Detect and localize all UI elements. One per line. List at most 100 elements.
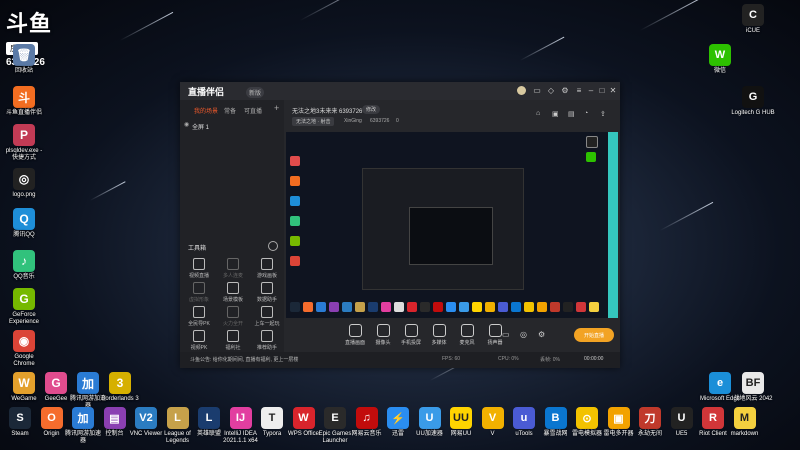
source-control[interactable]: 直播画面 [340,324,370,346]
settings-icon[interactable]: ⚙ [560,86,570,95]
desktop-icon-glyph: 加 [77,372,99,394]
toolbox-item[interactable]: 多人连麦 [216,258,250,279]
preview-desktop-icon [586,136,598,148]
app-name: 直播伴侣 [188,87,225,97]
add-scene-button[interactable]: + [274,103,279,113]
desktop-icon[interactable]: ◉ Google Chrome [4,330,44,368]
toolbox-item[interactable]: 虚拟形象 [182,282,216,303]
toolbox-item[interactable]: 场景模板 [216,282,250,303]
tab-common[interactable]: 常备 [224,106,236,115]
preview-taskbar-icon [407,302,417,312]
taskbar-app-icon-glyph: 刀 [639,407,661,429]
desktop-icon[interactable]: BF 战地风云 2042 [730,372,776,403]
desktop-icon-label: Logitech G HUB [731,110,775,116]
tool-icon [261,258,273,270]
tool-label: 上车一起玩 [254,321,280,327]
preview-taskbar-icon [446,302,456,312]
desktop-icon[interactable]: G Logitech G HUB [730,86,776,117]
start-live-button[interactable]: 开始直播 [574,328,614,342]
desktop-icon[interactable]: G GeForce Experience [4,288,44,326]
toolbox-toggle-icon[interactable] [268,241,278,251]
taskbar-app-icon-glyph: U [670,407,693,429]
toolbox-item[interactable]: 福利社 [216,330,250,351]
share-icon[interactable]: ⇪ [600,110,606,118]
menu-icon[interactable]: ≡ [574,86,584,95]
cpu-stat: CPU: 0% [498,356,519,362]
source-control[interactable]: 麦克风 [452,324,482,346]
tool-label: 视频PK [190,345,208,351]
announcement-text[interactable]: 斗鱼公告: 给你化期间间, 直播有福利, 更上一层楼 [190,356,298,363]
avatar[interactable] [516,86,526,97]
toolbox-item[interactable]: 数据助手 [250,282,284,303]
tool-label: 虚拟形象 [188,297,209,303]
desktop-icon[interactable]: ◎ logo.png [4,168,44,199]
tab-my-scenes[interactable]: 我的场景 [194,106,218,115]
background-streak [299,0,371,21]
control-label: 多媒体 [431,340,447,346]
scene-item[interactable]: 全屏 1 [192,122,209,131]
source-control[interactable]: 多媒体 [424,324,454,346]
preview-taskbar-icon [368,302,378,312]
preview-taskbar-icon [394,302,404,312]
stream-preview[interactable] [286,132,608,318]
desktop-icon-glyph: ♪ [13,250,35,272]
desktop-icon[interactable]: W 微信 [697,44,743,75]
desktop-icon[interactable]: Q 腾讯QQ [4,208,44,239]
title-bar[interactable]: 直播伴侣 新版 ▭ ◇ ⚙ ≡ – □ ✕ [180,82,620,100]
desktop-icon[interactable]: 3 Borderlands 3 [100,372,140,403]
desktop-icon[interactable]: 斗斗鱼直播伴侣 [4,86,44,117]
list-icon[interactable]: ▤ [568,110,575,118]
source-control[interactable]: 摄像头 [368,324,398,346]
minimize-icon[interactable]: – [586,86,596,95]
desktop-icon-glyph: 3 [109,372,131,394]
tool-icon [227,282,239,294]
view-icon[interactable]: ◎ [520,330,527,339]
version-badge[interactable]: 新版 [246,87,265,98]
desktop-icon-label: 微信 [713,68,726,74]
toolbox-item[interactable]: 游戏画板 [250,258,284,279]
maximize-icon[interactable]: □ [597,86,607,95]
toolbox-item[interactable]: 视频直播 [182,258,216,279]
tool-icon [261,306,273,318]
toolbox-item[interactable]: 视频PK [182,330,216,351]
gift-icon[interactable]: ⌂ [536,110,540,117]
toolbox-item[interactable]: 火力全开 [216,306,250,327]
source-control[interactable]: 手机投屏 [396,324,426,346]
settings-icon[interactable]: ⚙ [538,330,545,339]
desktop-icon-label: 斗鱼直播伴侣 [5,110,42,116]
tool-icon [193,330,205,342]
live-timer: 00:00:00 [584,356,604,362]
edit-room-button[interactable]: 修改 [362,105,381,114]
desktop-icon[interactable]: Pplsqldev.exe - 快捷方式 [4,124,44,162]
category-tag[interactable]: 无法之地 · 射击 [292,117,335,126]
desktop-icon[interactable]: 🗑 回收站 [4,44,44,75]
desktop-icon[interactable]: CiCUE [730,4,776,35]
skin-icon[interactable]: ◇ [546,86,556,95]
eye-icon[interactable]: ◉ [184,121,189,128]
toolbox-item[interactable]: 全民导PK [182,306,216,327]
preview-desktop-icon [290,216,300,226]
control-label: 扬声器 [487,340,503,346]
preview-scrollbar[interactable] [608,132,618,318]
douyu-logo: 斗鱼 [6,11,53,36]
toolbox-item[interactable]: 上车一起玩 [250,306,284,327]
message-icon[interactable]: ▭ [532,86,542,95]
record-icon[interactable]: ▭ [502,330,510,339]
tab-live[interactable]: 可直播 [244,106,262,115]
desktop-icon-glyph: 🗑 [13,44,35,66]
desktop-icon-label: Google Chrome [13,354,35,367]
desktop-icon-glyph: 斗 [13,86,35,108]
box-icon[interactable]: ▣ [552,110,559,118]
control-icon [432,324,446,337]
desktop-icon-glyph: Q [13,208,35,230]
preview-desktop-icon [290,196,300,206]
taskbar-app-icon[interactable]: Mmarkdown [725,407,765,438]
preview-taskbar-icon [576,302,586,312]
preview-taskbar-icon [329,302,339,312]
bell-icon[interactable]: ◔ [584,110,588,117]
tool-label: 火力全开 [222,321,243,327]
close-icon[interactable]: ✕ [608,86,618,95]
desktop-icon[interactable]: ♪ QQ音乐 [4,250,44,281]
tool-icon [227,258,239,270]
toolbox-item[interactable]: 推荐助手 [250,330,284,351]
